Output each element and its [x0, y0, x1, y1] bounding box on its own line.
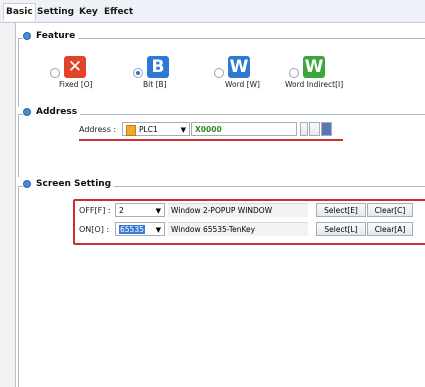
feature-group: Feature ✕ Fixed [O] B Bit [B] W Word [W]… [18, 31, 425, 107]
bullet-icon [23, 180, 31, 188]
feature-label-bit: Bit [B] [143, 80, 167, 89]
tab-bar: Basic Setting Key Effect [0, 0, 425, 23]
feature-radio-bit[interactable] [133, 68, 143, 78]
feature-radio-word-indirect[interactable] [289, 68, 299, 78]
plc-select[interactable]: PLC1 ▼ [122, 122, 190, 136]
tab-basic[interactable]: Basic [3, 3, 36, 21]
chevron-down-icon: ▼ [155, 226, 161, 234]
on-select-button[interactable]: Select[L] [316, 222, 366, 236]
plc-icon [126, 124, 136, 136]
address-input[interactable]: X0000 [191, 122, 297, 136]
off-clear-button[interactable]: Clear[C] [367, 203, 413, 217]
address-spin-button[interactable] [300, 122, 308, 136]
feature-title: Feature [23, 31, 79, 41]
feature-radio-word[interactable] [214, 68, 224, 78]
on-clear-button[interactable]: Clear[A] [367, 222, 413, 236]
address-highlight [79, 139, 343, 141]
address-browse-icon[interactable] [309, 122, 320, 136]
address-keypad-icon[interactable] [321, 122, 332, 136]
tab-key[interactable]: Key [79, 4, 98, 20]
address-title: Address [23, 107, 81, 117]
off-select-button[interactable]: Select[E] [316, 203, 366, 217]
screen-setting-title: Screen Setting [23, 179, 115, 189]
tab-setting[interactable]: Setting [37, 4, 74, 20]
tab-effect[interactable]: Effect [104, 4, 133, 20]
off-window-name: Window 2-POPUP WINDOW [168, 203, 308, 217]
screen-setting-group: Screen Setting OFF[F] : 2 ▼ Window 2-POP… [18, 179, 425, 387]
bullet-icon [23, 32, 31, 40]
chevron-down-icon: ▼ [155, 207, 161, 215]
on-screen-select[interactable]: 65535 ▼ [115, 222, 165, 236]
on-label: ON[O] : [79, 225, 110, 234]
chevron-down-icon: ▼ [180, 126, 186, 134]
feature-label-word-indirect: Word Indirect[I] [285, 80, 344, 89]
off-screen-select[interactable]: 2 ▼ [115, 203, 165, 217]
word-indirect-icon: W [303, 56, 325, 78]
word-icon: W [228, 56, 250, 78]
bit-icon: B [147, 56, 169, 78]
address-group: Address Address : PLC1 ▼ X0000 [18, 107, 425, 177]
feature-label-fixed: Fixed [O] [59, 80, 93, 89]
off-label: OFF[F] : [79, 206, 111, 215]
bullet-icon [23, 108, 31, 116]
address-label: Address : [79, 125, 117, 134]
feature-radio-fixed[interactable] [50, 68, 60, 78]
feature-label-word: Word [W] [225, 80, 260, 89]
on-window-name: Window 65535-TenKey [168, 222, 308, 236]
fixed-icon: ✕ [64, 56, 86, 78]
